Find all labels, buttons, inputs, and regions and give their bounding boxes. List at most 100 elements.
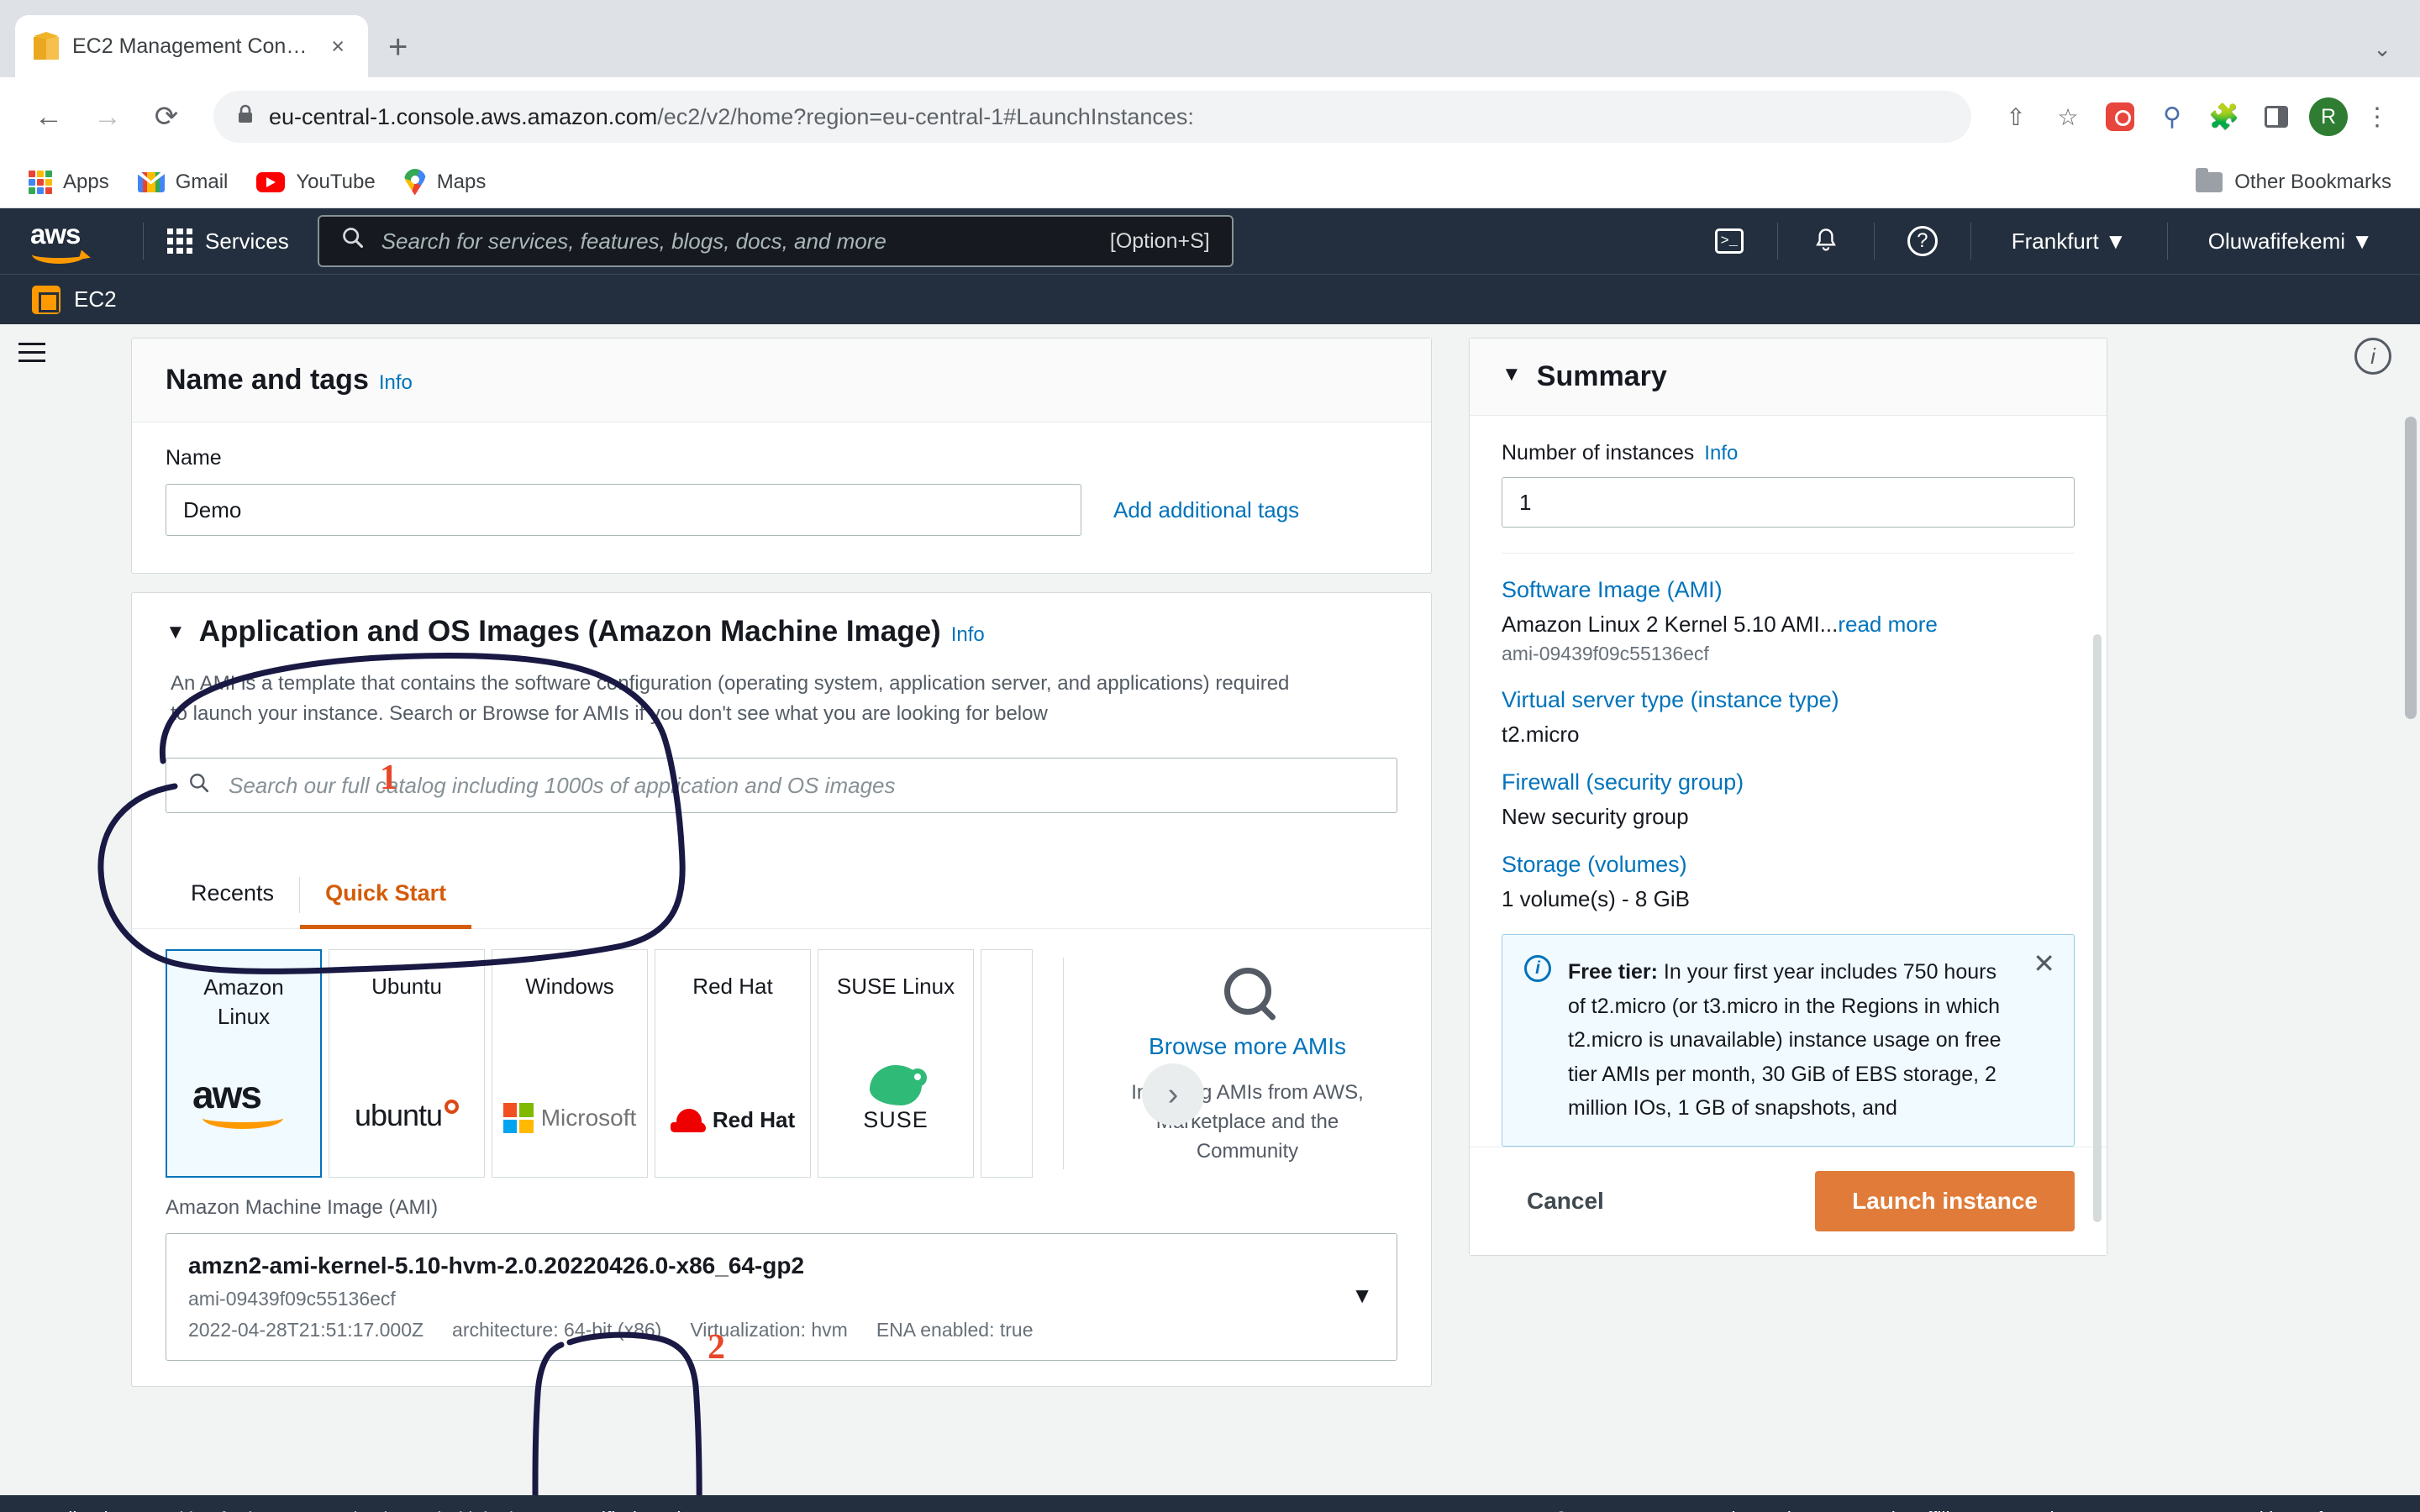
hamburger-icon[interactable]: [18, 343, 45, 362]
page-scrollbar-thumb[interactable]: [2405, 417, 2417, 719]
summary-body: Number of instances Info 1 Software Image…: [1470, 416, 2107, 1222]
avatar[interactable]: R: [2304, 92, 2353, 141]
extensions-puzzle-icon[interactable]: 🧩: [2200, 92, 2249, 141]
gmail-icon: [137, 171, 165, 192]
forward-button[interactable]: →: [81, 90, 134, 144]
ami-id: ami-09439f09c55136ecf: [188, 1288, 396, 1310]
terms-link[interactable]: Terms: [2133, 1508, 2186, 1512]
aws-logo-icon: aws: [192, 1072, 295, 1132]
os-tile-next-partial[interactable]: [981, 949, 1033, 1178]
name-input[interactable]: Demo: [166, 484, 1081, 536]
cancel-button[interactable]: Cancel: [1502, 1176, 1629, 1226]
ami-meta-row: 2022-04-28T21:51:17.000Z architecture: 6…: [188, 1319, 1375, 1341]
name-and-tags-card: Name and tags Info Name Demo Add addition…: [131, 338, 1432, 574]
summary-item-key[interactable]: Storage (volumes): [1502, 852, 2075, 878]
bookmark-youtube[interactable]: YouTube: [256, 171, 376, 194]
os-tile-suse-linux[interactable]: SUSE Linux SUSE: [818, 949, 974, 1178]
divider: [1970, 223, 1971, 260]
summary-item-key[interactable]: Software Image (AMI): [1502, 577, 2075, 603]
aws-header-right: >_ ? Frankfurt ▼ Oluwafifekemi ▼: [1700, 212, 2395, 270]
aws-logo[interactable]: aws: [25, 217, 104, 265]
cloudshell-icon[interactable]: >_: [1700, 212, 1759, 270]
summary-title: Summary: [1536, 360, 1667, 392]
extension-adblock-icon[interactable]: [2096, 92, 2144, 141]
summary-item-value: t2.micro: [1502, 722, 1580, 747]
maps-pin-icon: [403, 168, 426, 196]
ami-catalog-search-input[interactable]: Search our full catalog including 1000s …: [166, 758, 1397, 813]
tab-quick-start[interactable]: Quick Start: [300, 862, 472, 929]
add-additional-tags-link[interactable]: Add additional tags: [1113, 497, 1299, 523]
apps-grid-icon: [167, 228, 192, 254]
region-label: Frankfurt: [2011, 228, 2099, 254]
launch-instance-button[interactable]: Launch instance: [1815, 1170, 2075, 1231]
summary-column: ▼ Summary Number of instances Info 1 Soft…: [1469, 338, 2107, 1495]
ami-search-wrap: Search our full catalog including 1000s …: [132, 729, 1431, 838]
tab-recents[interactable]: Recents: [166, 862, 299, 929]
new-tab-button[interactable]: +: [388, 30, 408, 64]
browser-tab[interactable]: EC2 Management Console ×: [15, 15, 368, 77]
info-link[interactable]: Info: [1704, 442, 1738, 465]
bookmark-gmail[interactable]: Gmail: [137, 171, 228, 194]
share-icon[interactable]: ⇧: [1991, 92, 2040, 141]
extension-magnifier-icon[interactable]: ⚲: [2148, 92, 2196, 141]
aws-search-input[interactable]: Search for services, features, blogs, do…: [317, 215, 1234, 267]
close-icon[interactable]: ×: [326, 34, 350, 60]
os-tile-windows[interactable]: Windows Microsoft: [492, 949, 648, 1178]
summary-scrollbar[interactable]: [2093, 634, 2102, 1222]
browser-menu-icon[interactable]: ⋮: [2356, 102, 2398, 132]
main-column: Name and tags Info Name Demo Add addition…: [131, 338, 1432, 1495]
bookmark-star-icon[interactable]: ☆: [2044, 92, 2092, 141]
services-menu-button[interactable]: Services: [162, 222, 294, 261]
external-link-icon: ↗: [718, 1508, 734, 1512]
ubuntu-logo-icon: ubuntu: [355, 1098, 460, 1133]
summary-item-value-text: Amazon Linux 2 Kernel 5.10 AMI...: [1502, 612, 1839, 637]
ami-section-description: An AMI is a template that contains the s…: [171, 672, 1290, 725]
region-selector[interactable]: Frankfurt ▼: [1990, 228, 2149, 255]
collapse-caret-icon[interactable]: ▼: [1502, 364, 1522, 385]
number-of-instances-input[interactable]: 1: [1502, 477, 2075, 528]
summary-card: ▼ Summary Number of instances Info 1 Soft…: [1469, 338, 2107, 1256]
cookie-preferences-link[interactable]: Cookie preferences: [2224, 1508, 2391, 1512]
info-link[interactable]: Info: [951, 623, 985, 646]
help-icon[interactable]: ?: [1893, 212, 1952, 270]
account-label: Oluwafifekemi: [2207, 228, 2346, 254]
divider: [1873, 223, 1875, 260]
aws-footer: Feedback Looking for language selection?…: [0, 1495, 2420, 1512]
info-circle-icon[interactable]: i: [2354, 338, 2391, 375]
os-tile-amazon-linux[interactable]: Amazon Linux aws: [166, 949, 322, 1178]
unified-settings-link[interactable]: Unified Settings: [576, 1508, 712, 1512]
reload-button[interactable]: ⟳: [139, 90, 193, 144]
other-bookmarks-button[interactable]: Other Bookmarks: [2196, 167, 2391, 194]
os-tile-red-hat[interactable]: Red Hat Red Hat: [655, 949, 811, 1178]
address-bar[interactable]: eu-central-1.console.aws.amazon.com/ec2/…: [213, 91, 1971, 143]
privacy-link[interactable]: Privacy: [2031, 1508, 2094, 1512]
account-menu[interactable]: Oluwafifekemi ▼: [2186, 228, 2395, 255]
bookmark-apps[interactable]: Apps: [29, 170, 109, 194]
close-icon[interactable]: ✕: [2033, 950, 2055, 977]
browse-more-amis-link[interactable]: Browse more AMIs: [1149, 1033, 1346, 1060]
collapse-caret-icon[interactable]: ▼: [166, 622, 186, 643]
free-tier-text: Free tier: In your first year includes 7…: [1568, 955, 2052, 1126]
name-field-row: Demo Add additional tags: [166, 484, 1397, 536]
os-tile-ubuntu[interactable]: Ubuntu ubuntu: [329, 949, 485, 1178]
chevron-down-icon[interactable]: ▼: [1351, 1283, 1373, 1309]
info-link[interactable]: Info: [379, 371, 413, 394]
back-button[interactable]: ←: [22, 90, 76, 144]
ami-meta-architecture: architecture: 64-bit (x86): [452, 1319, 662, 1341]
browse-more-amis-panel: Browse more AMIs Including AMIs from AWS…: [1097, 949, 1397, 1178]
carousel-next-button[interactable]: ›: [1142, 1063, 1204, 1126]
summary-item-key[interactable]: Virtual server type (instance type): [1502, 687, 2075, 713]
service-breadcrumb-bar: EC2: [0, 274, 2420, 324]
ami-select-dropdown[interactable]: amzn2-ami-kernel-5.10-hvm-2.0.20220426.0…: [166, 1233, 1397, 1361]
left-rail: [0, 324, 64, 1495]
chevron-down-icon[interactable]: ⌄: [2373, 36, 2391, 62]
os-tile-label: Amazon Linux: [203, 974, 284, 1030]
feedback-link[interactable]: Feedback: [29, 1508, 113, 1512]
read-more-link[interactable]: read more: [1838, 612, 1938, 637]
side-panel-icon[interactable]: [2252, 92, 2301, 141]
service-name-label[interactable]: EC2: [74, 286, 117, 312]
summary-item-key[interactable]: Firewall (security group): [1502, 769, 2075, 795]
browser-chrome: EC2 Management Console × + ⌄ ← → ⟳ eu-ce…: [0, 0, 2420, 208]
bookmark-maps[interactable]: Maps: [403, 168, 486, 196]
bell-icon[interactable]: [1797, 212, 1855, 270]
